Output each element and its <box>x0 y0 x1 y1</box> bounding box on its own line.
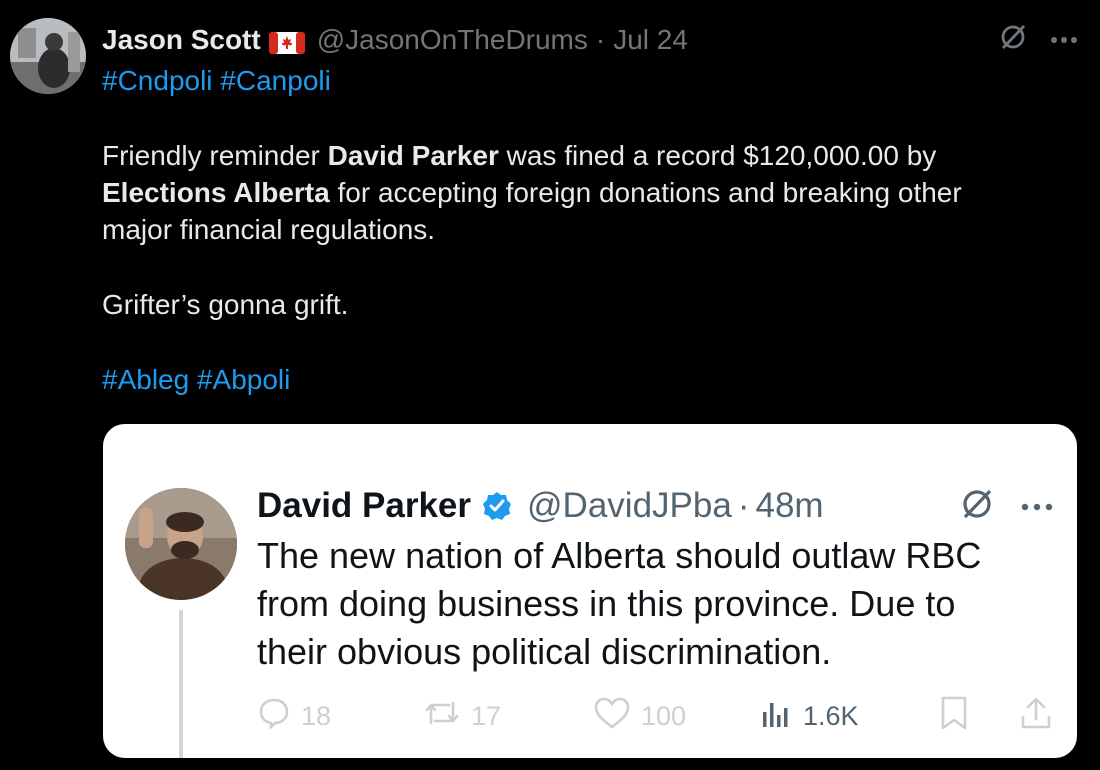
quoted-line-3: their obvious political discrimination. <box>257 631 832 672</box>
tweet-header: Jason Scott @JasonOnTheDrums · Jul 24 <box>102 20 1080 60</box>
author-name[interactable]: Jason Scott <box>102 24 261 56</box>
quoted-time[interactable]: 48m <box>755 486 823 526</box>
like-button[interactable]: 100 <box>593 696 759 737</box>
text-segment: was fined a record $120,000.00 by <box>498 140 937 171</box>
quoted-line-1: The new nation of Alberta should outlaw … <box>257 535 982 576</box>
tweet-line-1: Friendly reminder David Parker was fined… <box>102 137 1062 174</box>
author-avatar[interactable] <box>10 18 86 94</box>
views-icon <box>759 696 793 737</box>
reply-icon <box>257 696 291 737</box>
quoted-author-name[interactable]: David Parker <box>257 486 471 526</box>
more-icon[interactable] <box>1021 498 1053 516</box>
bookmark-icon <box>939 695 969 738</box>
tweet-line-2: Elections Alberta for accepting foreign … <box>102 174 1062 211</box>
repost-count: 17 <box>471 700 502 731</box>
separator-dot: · <box>737 486 750 525</box>
reply-button[interactable]: 18 <box>257 696 423 737</box>
like-icon <box>593 696 631 737</box>
author-handle[interactable]: @JasonOnTheDrums <box>317 24 588 56</box>
quoted-header: David Parker @DavidJPba · 48m <box>257 484 1057 528</box>
like-count: 100 <box>641 700 687 731</box>
more-icon[interactable] <box>1050 31 1078 49</box>
share-button[interactable] <box>1019 695 1053 738</box>
bold-org: Elections Alberta <box>102 177 330 208</box>
reply-count: 18 <box>301 700 332 731</box>
bold-name: David Parker <box>327 140 499 171</box>
quoted-action-bar: 18 17 100 1.6K <box>257 694 1057 738</box>
thread-line <box>179 610 183 758</box>
grok-icon[interactable] <box>998 22 1028 57</box>
tweet-line-4: Grifter’s gonna grift. <box>102 289 349 320</box>
quoted-author-handle[interactable]: @DavidJPba <box>527 486 732 526</box>
quoted-author-avatar[interactable] <box>125 488 237 600</box>
quoted-line-2: from doing business in this province. Du… <box>257 583 956 624</box>
verified-badge-icon <box>481 490 513 522</box>
share-icon <box>1019 695 1053 738</box>
top-hashtags[interactable]: #Cndpoli #Canpoli <box>102 62 1062 99</box>
quoted-tweet-card[interactable]: David Parker @DavidJPba · 48m The new na… <box>103 424 1077 758</box>
tweet-date[interactable]: Jul 24 <box>613 24 688 56</box>
views-button[interactable]: 1.6K <box>759 696 939 737</box>
bottom-hashtags[interactable]: #Ableg #Abpoli <box>102 361 1062 398</box>
views-count: 1.6K <box>803 700 859 731</box>
quoted-text: The new nation of Alberta should outlaw … <box>257 532 1057 676</box>
text-segment: Friendly reminder <box>102 140 328 171</box>
tweet-body: #Cndpoli #Canpoli Friendly reminder Davi… <box>102 62 1062 398</box>
bookmark-button[interactable] <box>939 695 1019 738</box>
text-segment: for accepting foreign donations and brea… <box>329 177 962 208</box>
repost-button[interactable]: 17 <box>423 697 593 736</box>
quoted-top-actions <box>959 486 1053 527</box>
canada-flag-icon <box>268 29 305 54</box>
tweet-line-3: major financial regulations. <box>102 214 436 245</box>
tweet-top-actions <box>998 22 1078 57</box>
repost-icon <box>423 697 461 736</box>
grok-icon[interactable] <box>959 486 995 527</box>
separator-dot: · <box>595 24 606 55</box>
